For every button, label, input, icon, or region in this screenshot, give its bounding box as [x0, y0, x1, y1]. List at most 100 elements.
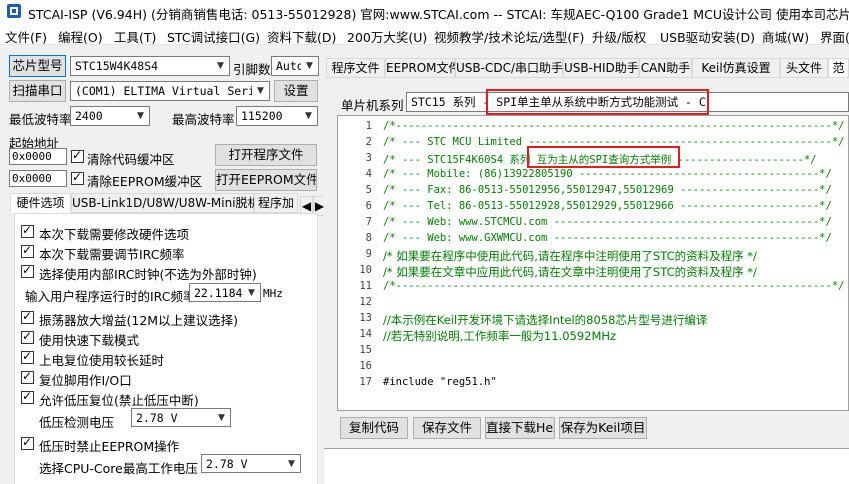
open-eeprom-file-button[interactable]: 打开EEPROM文件: [215, 169, 317, 191]
code-start-address-input[interactable]: 0x0000: [9, 148, 67, 165]
max-baud-label: 最高波特率: [172, 112, 235, 127]
title-bar: STCAI-ISP (V6.94H) (分销商销售电话: 0513-550129…: [0, 0, 849, 23]
menu-download-docs[interactable]: 资料下载(D): [267, 27, 336, 44]
checkbox[interactable]: [21, 369, 34, 384]
line-number: 3: [365, 152, 372, 164]
pins-label: 引脚数: [233, 62, 271, 77]
option-label: 使用快速下载模式: [39, 333, 140, 348]
option-label: 上电复位使用较长延时: [39, 353, 165, 368]
checkbox[interactable]: [21, 329, 34, 344]
open-program-file-button[interactable]: 打开程序文件: [215, 144, 317, 166]
save-file-button[interactable]: 保存文件: [413, 417, 481, 439]
port-value: (COM1) ELTIMA Virtual Serial 1: [75, 84, 270, 98]
scan-port-button[interactable]: 扫描串口: [9, 80, 66, 102]
lvd-select[interactable]: 2.78 V ▼: [131, 408, 231, 427]
option-label: 复位脚用作I/O口: [39, 373, 132, 388]
checkbox[interactable]: [21, 309, 34, 324]
line-number: 11: [359, 280, 372, 292]
min-baud-select[interactable]: 2400 ▼: [70, 106, 150, 126]
line-number: 7: [365, 216, 372, 228]
eeprom-start-address-input[interactable]: 0x0000: [9, 170, 67, 187]
option-label: 本次下载需要修改硬件选项: [39, 227, 190, 242]
menu-interface[interactable]: 界面(: [820, 27, 849, 44]
line-number: 16: [359, 360, 372, 372]
clear-eeprom-label: 清除EEPROM缓冲区: [87, 174, 203, 189]
app-icon: [7, 4, 21, 18]
line-number: 15: [359, 344, 372, 356]
hardware-options-panel: 本次下载需要修改硬件选项 本次下载需要调节IRC频率 选择使用内部IRC时钟(不…: [14, 213, 318, 484]
code-line: //若无特别说明,工作频率一般为11.0592MHz: [383, 329, 617, 343]
code-line: /* --- Fax: 86-0513-55012956,55012947,55…: [383, 184, 832, 196]
tab-eeprom-file[interactable]: EEPROM文件: [385, 58, 461, 78]
highlight-box-spi: [527, 146, 680, 168]
checkbox[interactable]: [21, 389, 34, 404]
checkbox[interactable]: [21, 223, 34, 238]
line-number: 6: [365, 200, 372, 212]
checkbox[interactable]: [21, 243, 34, 258]
code-line: /* --- Web: www.GXWMCU.com -------------…: [383, 232, 832, 244]
menu-stc-debug[interactable]: STC调试接口(G): [167, 27, 260, 44]
direct-download-hex-button[interactable]: 直接下载Hex: [485, 417, 555, 439]
tab-usb-cdc[interactable]: USB-CDC/串口助手: [455, 58, 563, 78]
cpu-core-voltage-value: 2.78 V: [206, 457, 248, 471]
menu-prize[interactable]: 200万大奖(U): [347, 27, 427, 44]
code-line: /*--------------------------------------…: [383, 120, 845, 132]
menu-program[interactable]: 编程(O): [58, 27, 103, 44]
option-label: 选择使用内部IRC时钟(不选为外部时钟): [39, 267, 257, 282]
pins-value: Auto: [276, 59, 304, 73]
option-label: 本次下载需要调节IRC频率: [39, 247, 185, 262]
code-line: /* 如果要在文章中应用此代码,请在文章中注明使用了STC的资料及程序 */: [383, 265, 757, 279]
checkbox[interactable]: [21, 263, 34, 278]
lvd-label: 低压检测电压: [39, 415, 115, 430]
menu-upgrade[interactable]: 升级/版权: [592, 27, 646, 44]
right-tab-bar: 程序文件 EEPROM文件 USB-CDC/串口助手 USB-HID助手 CAN…: [326, 58, 849, 78]
min-baud-value: 2400: [75, 109, 103, 123]
chevron-down-icon: ▼: [252, 82, 269, 100]
settings-button[interactable]: 设置: [274, 80, 318, 102]
line-number: 14: [359, 328, 372, 340]
code-line: /* --- Tel: 86-0513-55012928,55012929,55…: [383, 200, 832, 212]
line-number: 17: [359, 376, 372, 388]
copy-code-button[interactable]: 复制代码: [340, 417, 408, 439]
port-select[interactable]: (COM1) ELTIMA Virtual Serial 1 ▼: [70, 81, 270, 101]
line-number: 13: [359, 312, 372, 324]
save-keil-project-button[interactable]: 保存为Keil项目: [559, 417, 647, 439]
irc-frequency-select[interactable]: 22.1184 ▼: [189, 283, 261, 302]
highlight-box-series: [486, 89, 709, 115]
tab-header-file[interactable]: 头文件: [780, 58, 828, 78]
chip-model-button[interactable]: 芯片型号: [9, 55, 66, 77]
menu-shop[interactable]: 商城(W): [762, 27, 809, 44]
window-title: STCAI-ISP (V6.94H) (分销商销售电话: 0513-550129…: [28, 7, 849, 22]
clear-code-checkbox[interactable]: [71, 148, 84, 163]
lvd-value: 2.78 V: [136, 411, 178, 425]
cpu-core-voltage-select[interactable]: 2.78 V ▼: [201, 454, 301, 473]
menu-bar: 文件(F) 编程(O) 工具(T) STC调试接口(G) 资料下载(D) 200…: [0, 23, 849, 45]
menu-video[interactable]: 视频教学/技术论坛/选型(F): [434, 27, 584, 44]
menu-usb-driver[interactable]: USB驱动安装(D): [660, 27, 755, 44]
code-line: /*--------------------------------------…: [383, 280, 845, 292]
tab-examples[interactable]: 范: [828, 58, 849, 78]
max-baud-value: 115200: [241, 109, 283, 123]
chevron-down-icon: ▼: [212, 57, 229, 75]
menu-tools[interactable]: 工具(T): [114, 27, 156, 44]
checkbox[interactable]: [21, 435, 34, 450]
tab-program-file[interactable]: 程序文件: [326, 58, 385, 78]
cpu-core-voltage-label: 选择CPU-Core最高工作电压: [39, 461, 198, 476]
tab-usb-hid[interactable]: USB-HID助手: [563, 58, 639, 78]
chevron-down-icon: ▼: [243, 284, 260, 301]
output-area: [324, 448, 849, 484]
checkbox[interactable]: [21, 349, 34, 364]
max-baud-select[interactable]: 115200 ▼: [236, 106, 318, 126]
chevron-down-icon: ▼: [283, 455, 300, 472]
tab-can[interactable]: CAN助手: [639, 58, 692, 78]
menu-file[interactable]: 文件(F): [5, 27, 47, 44]
tab-program-encrypt[interactable]: 程序加: [254, 193, 298, 213]
chip-model-select[interactable]: STC15W4K48S4 ▼: [70, 56, 230, 76]
tab-keil-sim[interactable]: Keil仿真设置: [692, 58, 780, 78]
clear-code-label: 清除代码缓冲区: [87, 152, 175, 167]
min-baud-label: 最低波特率: [9, 112, 72, 127]
tab-hardware-options[interactable]: 硬件选项: [10, 193, 71, 213]
tab-usb-link[interactable]: USB-Link1D/U8W/U8W-Mini脱机: [71, 193, 260, 213]
pins-select[interactable]: Auto ▼: [271, 56, 319, 76]
clear-eeprom-checkbox[interactable]: [71, 170, 84, 185]
